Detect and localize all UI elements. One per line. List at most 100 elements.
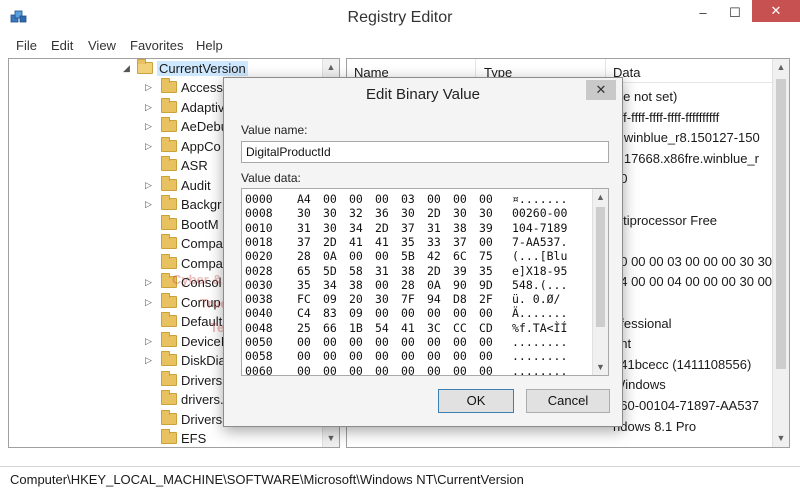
menu-file[interactable]: File <box>16 38 37 53</box>
maximize-button[interactable]: ☐ <box>718 0 752 28</box>
value-name-field[interactable] <box>241 141 609 163</box>
hex-byte[interactable]: 09 <box>323 292 337 306</box>
hex-byte[interactable]: 36 <box>375 206 389 220</box>
hex-byte[interactable]: 31 <box>297 221 311 235</box>
hex-byte[interactable]: 00 <box>323 364 337 375</box>
hex-ascii[interactable]: 00260-00 <box>512 206 567 220</box>
hex-byte[interactable]: 00 <box>479 335 493 349</box>
hex-byte[interactable]: 09 <box>349 306 363 320</box>
hex-byte[interactable]: 37 <box>401 221 415 235</box>
hex-byte[interactable]: 00 <box>453 192 467 206</box>
hex-byte[interactable]: 35 <box>479 264 493 278</box>
hex-byte[interactable]: 00 <box>375 192 389 206</box>
hex-byte[interactable]: 54 <box>375 321 389 335</box>
hex-byte[interactable]: 38 <box>349 278 363 292</box>
hex-byte[interactable]: 0A <box>323 249 337 263</box>
hex-byte[interactable]: 00 <box>479 235 493 249</box>
hex-row[interactable]: 0010 31 30 34 2D 37 31 38 39 104-7189 <box>242 221 592 236</box>
hex-byte[interactable]: 00 <box>323 192 337 206</box>
hex-byte[interactable]: 0A <box>427 278 441 292</box>
hex-row[interactable]: 0030 35 34 38 00 28 0A 90 9D 548.(... <box>242 278 592 293</box>
hex-byte[interactable]: 25 <box>297 321 311 335</box>
hex-byte[interactable]: 39 <box>453 264 467 278</box>
hex-ascii[interactable]: 548.(... <box>512 278 567 292</box>
scroll-up-icon[interactable]: ▲ <box>593 189 608 205</box>
hex-byte[interactable]: 30 <box>401 206 415 220</box>
menu-edit[interactable]: Edit <box>51 38 73 53</box>
scroll-down-icon[interactable]: ▼ <box>593 359 608 375</box>
expand-arrow-icon[interactable]: ▷ <box>145 277 152 288</box>
hex-byte[interactable]: CC <box>453 321 467 335</box>
hex-byte[interactable]: 28 <box>297 249 311 263</box>
hex-row[interactable]: 0020 28 0A 00 00 5B 42 6C 75 (...[Blu <box>242 249 592 264</box>
expand-arrow-icon[interactable]: ▷ <box>145 82 152 93</box>
hex-byte[interactable]: 37 <box>453 235 467 249</box>
tree-item-current-version[interactable]: ◢ CurrentVersion <box>9 59 329 78</box>
hex-byte[interactable]: 00 <box>401 364 415 375</box>
expand-arrow-icon[interactable]: ▷ <box>145 336 152 347</box>
hex-byte[interactable]: 31 <box>427 221 441 235</box>
hex-byte[interactable]: 28 <box>401 278 415 292</box>
hex-row[interactable]: 0050 00 00 00 00 00 00 00 00........ <box>242 335 592 350</box>
expand-arrow-icon[interactable]: ▷ <box>145 355 152 366</box>
hex-byte[interactable]: CD <box>479 321 493 335</box>
hex-byte[interactable]: 9D <box>479 278 493 292</box>
menu-help[interactable]: Help <box>196 38 223 53</box>
hex-byte[interactable]: 00 <box>427 335 441 349</box>
hex-byte[interactable]: 33 <box>427 235 441 249</box>
hex-byte[interactable]: 00 <box>427 306 441 320</box>
hex-byte[interactable]: 00 <box>349 364 363 375</box>
menu-view[interactable]: View <box>88 38 116 53</box>
dialog-close-button[interactable]: ✕ <box>586 80 616 100</box>
hex-byte[interactable]: 41 <box>375 235 389 249</box>
hex-byte[interactable]: 03 <box>401 192 415 206</box>
hex-byte[interactable]: 5B <box>401 249 415 263</box>
hex-byte[interactable]: 00 <box>427 349 441 363</box>
hex-byte[interactable]: 00 <box>479 192 493 206</box>
hex-byte[interactable]: 83 <box>323 306 337 320</box>
hex-row[interactable]: 0028 65 5D 58 31 38 2D 39 35 e]X18-95 <box>242 264 592 279</box>
hex-byte[interactable]: 30 <box>453 206 467 220</box>
hex-byte[interactable]: C4 <box>297 306 311 320</box>
hex-row[interactable]: 0000 A4 00 00 00 03 00 00 00 ¤....... <box>242 192 592 207</box>
hex-byte[interactable]: 00 <box>375 306 389 320</box>
hex-ascii[interactable]: 104-7189 <box>512 221 567 235</box>
hex-byte[interactable]: 00 <box>323 335 337 349</box>
hex-byte[interactable]: 00 <box>349 335 363 349</box>
hex-ascii[interactable]: ........ <box>512 349 567 363</box>
value-data-hex-editor[interactable]: 0000 A4 00 00 00 03 00 00 00 ¤....... 0008 30 30 32 36… <box>241 188 609 376</box>
hex-byte[interactable]: 00 <box>349 249 363 263</box>
expand-arrow-icon[interactable]: ▷ <box>145 141 152 152</box>
hex-byte[interactable]: 2F <box>479 292 493 306</box>
hex-byte[interactable]: 00 <box>401 306 415 320</box>
hex-byte[interactable]: 38 <box>453 221 467 235</box>
hex-byte[interactable]: 00 <box>427 192 441 206</box>
expand-arrow-icon[interactable]: ▷ <box>145 102 152 113</box>
hex-ascii[interactable]: e]X18-95 <box>512 264 567 278</box>
hex-ascii[interactable]: ........ <box>512 335 567 349</box>
title-bar[interactable]: Registry Editor – ☐ ✕ <box>0 0 800 34</box>
hex-byte[interactable]: 90 <box>453 278 467 292</box>
scroll-up-icon[interactable]: ▲ <box>773 59 789 76</box>
hex-byte[interactable]: 2D <box>427 264 441 278</box>
hex-byte[interactable]: 00 <box>349 192 363 206</box>
expand-arrow-icon[interactable]: ▷ <box>145 199 152 210</box>
hex-byte[interactable]: 00 <box>375 249 389 263</box>
hex-ascii[interactable]: ü. 0.Ø/ <box>512 292 560 306</box>
hex-ascii[interactable]: 7-AA537. <box>512 235 567 249</box>
hex-ascii[interactable]: ¤....... <box>512 192 567 206</box>
expand-arrow-icon[interactable]: ▷ <box>145 297 152 308</box>
dialog-title-bar[interactable]: Edit Binary Value ✕ <box>224 78 622 110</box>
hex-byte[interactable]: 30 <box>323 221 337 235</box>
hex-byte[interactable]: 00 <box>375 335 389 349</box>
hex-byte[interactable]: 41 <box>401 321 415 335</box>
hex-byte[interactable]: 31 <box>375 264 389 278</box>
hex-byte[interactable]: 00 <box>375 364 389 375</box>
hex-byte[interactable]: 2D <box>375 221 389 235</box>
hex-byte[interactable]: A4 <box>297 192 311 206</box>
hex-byte[interactable]: 00 <box>323 349 337 363</box>
hex-byte[interactable]: 7F <box>401 292 415 306</box>
hex-byte[interactable]: 00 <box>297 349 311 363</box>
hex-byte[interactable]: 30 <box>297 206 311 220</box>
scroll-up-icon[interactable]: ▲ <box>323 59 339 76</box>
